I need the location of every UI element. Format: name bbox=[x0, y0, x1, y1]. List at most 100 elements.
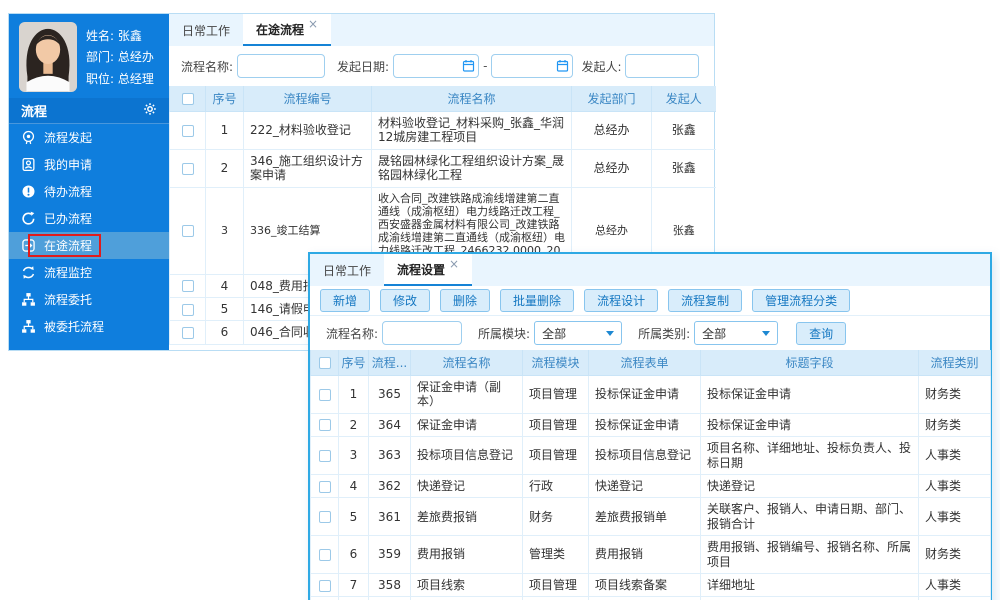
sidebar-item-in-transit-processes[interactable]: 在途流程 bbox=[9, 232, 169, 259]
sidebar-item-process-delegate[interactable]: 流程委托 bbox=[9, 286, 169, 313]
table-cell: 4 bbox=[206, 274, 244, 297]
sidebar-item-process-monitor[interactable]: 流程监控 bbox=[9, 259, 169, 286]
row-checkbox[interactable] bbox=[319, 511, 331, 523]
table-row[interactable]: 7358项目线索项目管理项目线索备案详细地址人事类 bbox=[311, 573, 991, 596]
chevron-down-icon bbox=[606, 331, 614, 336]
column-header: 流程名称 bbox=[411, 350, 523, 376]
table-cell: 项目管理 bbox=[523, 437, 589, 475]
checkbox-cell bbox=[170, 149, 206, 187]
add-button[interactable]: 新增 bbox=[320, 289, 370, 312]
table-row[interactable]: 6359费用报销管理类费用报销费用报销、报销编号、报销名称、所属项目财务类 bbox=[311, 536, 991, 574]
id-card-icon bbox=[21, 157, 36, 172]
user-photo bbox=[19, 22, 77, 92]
row-checkbox[interactable] bbox=[182, 163, 194, 175]
win2-toolbar: 新增 修改 删除 批量删除 流程设计 流程复制 管理流程分类 bbox=[310, 286, 990, 316]
sidebar-item-done-processes[interactable]: 已办流程 bbox=[9, 205, 169, 232]
table-cell: 项目线索 bbox=[411, 573, 523, 596]
table-cell: 359 bbox=[369, 536, 411, 574]
delete-button[interactable]: 删除 bbox=[440, 289, 490, 312]
table-cell: 361 bbox=[369, 498, 411, 536]
table-cell: 365 bbox=[369, 376, 411, 414]
checkbox-cell bbox=[170, 112, 206, 150]
close-tab-icon[interactable]: × bbox=[449, 257, 459, 271]
win1-tabbar: 日常工作 在途流程 × bbox=[169, 14, 714, 46]
sidebar-item-label: 待办流程 bbox=[44, 183, 92, 200]
table-cell: 358 bbox=[369, 573, 411, 596]
row-checkbox[interactable] bbox=[182, 304, 194, 316]
row-checkbox[interactable] bbox=[319, 389, 331, 401]
row-checkbox[interactable] bbox=[182, 327, 194, 339]
table-cell: 7 bbox=[339, 573, 369, 596]
checkbox-cell bbox=[311, 376, 339, 414]
table-cell: 6 bbox=[339, 536, 369, 574]
sidebar-item-label: 流程委托 bbox=[44, 291, 92, 308]
table-cell: 项目名称、详细地址、投标负责人、投标日期 bbox=[701, 437, 919, 475]
table-cell: 财务类 bbox=[919, 536, 991, 574]
sidebar-item-todo-processes[interactable]: 待办流程 bbox=[9, 178, 169, 205]
table-row[interactable]: 2346_施工组织设计方案申请晟铭园林绿化工程组织设计方案_晟铭园林绿化工程总经… bbox=[170, 149, 716, 187]
tab-in-transit[interactable]: 在途流程 × bbox=[243, 14, 331, 46]
process-design-button[interactable]: 流程设计 bbox=[584, 289, 658, 312]
process-name-input-2[interactable] bbox=[382, 321, 462, 345]
select-all-checkbox[interactable] bbox=[182, 93, 194, 105]
category-select[interactable]: 全部 bbox=[694, 321, 778, 345]
initiator-input[interactable] bbox=[625, 54, 699, 78]
row-checkbox[interactable] bbox=[319, 549, 331, 561]
table-row[interactable]: 2364保证金申请项目管理投标保证金申请投标保证金申请财务类 bbox=[311, 413, 991, 436]
batch-delete-button[interactable]: 批量删除 bbox=[500, 289, 574, 312]
edit-button[interactable]: 修改 bbox=[380, 289, 430, 312]
table-cell: 5 bbox=[339, 498, 369, 536]
search-button[interactable]: 查询 bbox=[796, 322, 846, 345]
win2-tabbar: 日常工作 流程设置 × bbox=[310, 254, 990, 286]
checkbox-cell bbox=[311, 437, 339, 475]
column-header: 发起人 bbox=[652, 86, 716, 112]
row-checkbox[interactable] bbox=[319, 580, 331, 592]
manage-category-button[interactable]: 管理流程分类 bbox=[752, 289, 850, 312]
date-range-separator: - bbox=[483, 59, 487, 73]
user-profile: 姓名: 张鑫 部门: 总经办 职位: 总经理 bbox=[9, 14, 169, 98]
initiator-label: 发起人: bbox=[581, 58, 621, 75]
process-copy-button[interactable]: 流程复制 bbox=[668, 289, 742, 312]
column-header: 发起部门 bbox=[572, 86, 652, 112]
row-checkbox[interactable] bbox=[182, 125, 194, 137]
table-cell: 363 bbox=[369, 437, 411, 475]
sidebar-item-my-applications[interactable]: 我的申请 bbox=[9, 151, 169, 178]
select-all-checkbox[interactable] bbox=[319, 357, 331, 369]
calendar-icon[interactable] bbox=[462, 59, 475, 75]
row-checkbox[interactable] bbox=[319, 481, 331, 493]
table-cell: 财务 bbox=[523, 498, 589, 536]
sidebar-section-header: 流程 bbox=[9, 98, 169, 124]
tab-daily-work-2[interactable]: 日常工作 bbox=[310, 254, 384, 286]
calendar-icon[interactable] bbox=[556, 59, 569, 75]
module-select[interactable]: 全部 bbox=[534, 321, 622, 345]
tab-daily-work[interactable]: 日常工作 bbox=[169, 14, 243, 46]
row-checkbox[interactable] bbox=[319, 450, 331, 462]
process-name-input[interactable] bbox=[237, 54, 325, 78]
table-cell: 人事类 bbox=[919, 437, 991, 475]
checkbox-cell bbox=[311, 573, 339, 596]
close-tab-icon[interactable]: × bbox=[308, 17, 318, 31]
table-cell: 投标保证金申请 bbox=[589, 413, 701, 436]
sidebar-item-label: 在途流程 bbox=[44, 237, 92, 254]
column-header: 流程... bbox=[369, 350, 411, 376]
table-row[interactable]: 1222_材料验收登记材料验收登记_材料采购_张鑫_华润12城房建工程项目总经办… bbox=[170, 112, 716, 150]
table-row[interactable]: 5361差旅费报销财务差旅费报销单关联客户、报销人、申请日期、部门、报销合计人事… bbox=[311, 498, 991, 536]
category-label: 所属类别: bbox=[638, 325, 690, 342]
sidebar-item-delegated-processes[interactable]: 被委托流程 bbox=[9, 313, 169, 340]
row-checkbox[interactable] bbox=[319, 419, 331, 431]
user-department: 部门: 总经办 bbox=[86, 48, 154, 65]
table-row[interactable]: 1365保证金申请（副本）项目管理投标保证金申请投标保证金申请财务类 bbox=[311, 376, 991, 414]
sync-icon bbox=[21, 265, 36, 280]
table-cell: 详细地址 bbox=[701, 573, 919, 596]
table-row[interactable]: 4362快递登记行政快递登记快递登记人事类 bbox=[311, 474, 991, 497]
table-cell: 项目线索备案 bbox=[589, 573, 701, 596]
row-checkbox[interactable] bbox=[182, 280, 194, 292]
sidebar-item-process-start[interactable]: 流程发起 bbox=[9, 124, 169, 151]
table-cell: 保证金申请 bbox=[411, 413, 523, 436]
table-cell: 项目管理 bbox=[523, 573, 589, 596]
tab-process-settings[interactable]: 流程设置 × bbox=[384, 254, 472, 286]
table-row[interactable]: 3363投标项目信息登记项目管理投标项目信息登记项目名称、详细地址、投标负责人、… bbox=[311, 437, 991, 475]
gear-icon[interactable] bbox=[143, 102, 157, 120]
row-checkbox[interactable] bbox=[182, 225, 194, 237]
process-name-label-2: 流程名称: bbox=[326, 325, 378, 342]
